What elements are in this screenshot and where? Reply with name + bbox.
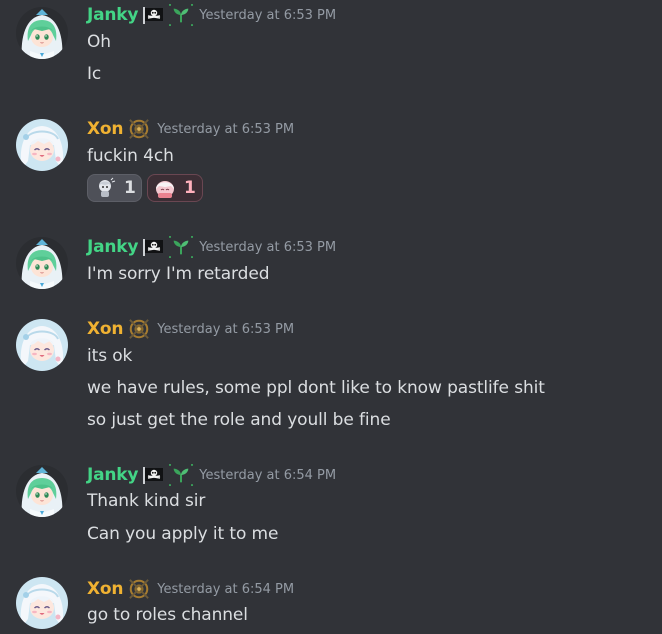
author-name[interactable]: Janky <box>87 237 138 257</box>
message-text: go to roles channel <box>87 605 248 625</box>
anime-girl-green-hair-avatar <box>16 7 68 59</box>
author-avatar[interactable] <box>16 577 68 629</box>
anime-girl-white-hair-avatar <box>16 319 68 371</box>
message-timestamp[interactable]: Yesterday at 6:54 PM <box>199 468 336 483</box>
reaction-button[interactable]: 1 <box>87 174 142 202</box>
author-avatar[interactable] <box>16 7 68 59</box>
chat-message-list: Janky Yesterday at 6:53 PM Oh Ic Xon Yes… <box>0 0 662 634</box>
message-text: so just get the role and youll be fine <box>87 410 391 430</box>
author-name[interactable]: Janky <box>87 465 138 485</box>
message-text: we have rules, some ppl dont like to kno… <box>87 378 545 398</box>
author-name[interactable]: Xon <box>87 119 123 139</box>
anime-girl-white-hair-avatar <box>16 577 68 629</box>
reaction-count: 1 <box>124 178 136 198</box>
message-text: fuckin 4ch <box>87 146 174 166</box>
message-text: Can you apply it to me <box>87 524 279 544</box>
reaction-bar: 1 1 <box>87 174 203 202</box>
message-text: I'm sorry I'm retarded <box>87 264 270 284</box>
message-text: Ic <box>87 64 102 84</box>
message-timestamp[interactable]: Yesterday at 6:53 PM <box>157 122 294 137</box>
reaction-button[interactable]: 1 <box>147 174 203 202</box>
author-name[interactable]: Xon <box>87 319 123 339</box>
sprout-icon[interactable] <box>169 464 193 486</box>
chibi-pink-emoji-icon <box>154 177 176 199</box>
message-header: Xon Yesterday at 6:53 PM <box>87 118 294 140</box>
pirate-flag-icon[interactable] <box>142 466 164 484</box>
message-timestamp[interactable]: Yesterday at 6:53 PM <box>199 240 336 255</box>
crossed-circle-icon[interactable] <box>127 118 151 140</box>
author-avatar[interactable] <box>16 237 68 289</box>
author-avatar[interactable] <box>16 319 68 371</box>
sprout-icon[interactable] <box>169 236 193 258</box>
author-avatar[interactable] <box>16 119 68 171</box>
author-name[interactable]: Janky <box>87 5 138 25</box>
crossed-circle-icon[interactable] <box>127 318 151 340</box>
pirate-flag-icon[interactable] <box>142 6 164 24</box>
anime-girl-green-hair-avatar <box>16 237 68 289</box>
message-header: Janky Yesterday at 6:53 PM <box>87 4 336 26</box>
author-name[interactable]: Xon <box>87 579 123 599</box>
message-header: Xon Yesterday at 6:54 PM <box>87 578 294 600</box>
message-text: Thank kind sir <box>87 491 206 511</box>
crossed-circle-icon[interactable] <box>127 578 151 600</box>
message-timestamp[interactable]: Yesterday at 6:54 PM <box>157 582 294 597</box>
message-timestamp[interactable]: Yesterday at 6:53 PM <box>199 8 336 23</box>
message-header: Janky Yesterday at 6:54 PM <box>87 464 336 486</box>
reaction-count: 1 <box>184 178 196 198</box>
anime-girl-white-hair-avatar <box>16 119 68 171</box>
message-header: Xon Yesterday at 6:53 PM <box>87 318 294 340</box>
pirate-flag-icon[interactable] <box>142 238 164 256</box>
sprout-icon[interactable] <box>169 4 193 26</box>
chibi-grey-emoji-icon <box>94 177 116 199</box>
message-text: its ok <box>87 346 133 366</box>
message-header: Janky Yesterday at 6:53 PM <box>87 236 336 258</box>
anime-girl-green-hair-avatar <box>16 465 68 517</box>
message-text: Oh <box>87 32 111 52</box>
message-timestamp[interactable]: Yesterday at 6:53 PM <box>157 322 294 337</box>
author-avatar[interactable] <box>16 465 68 517</box>
